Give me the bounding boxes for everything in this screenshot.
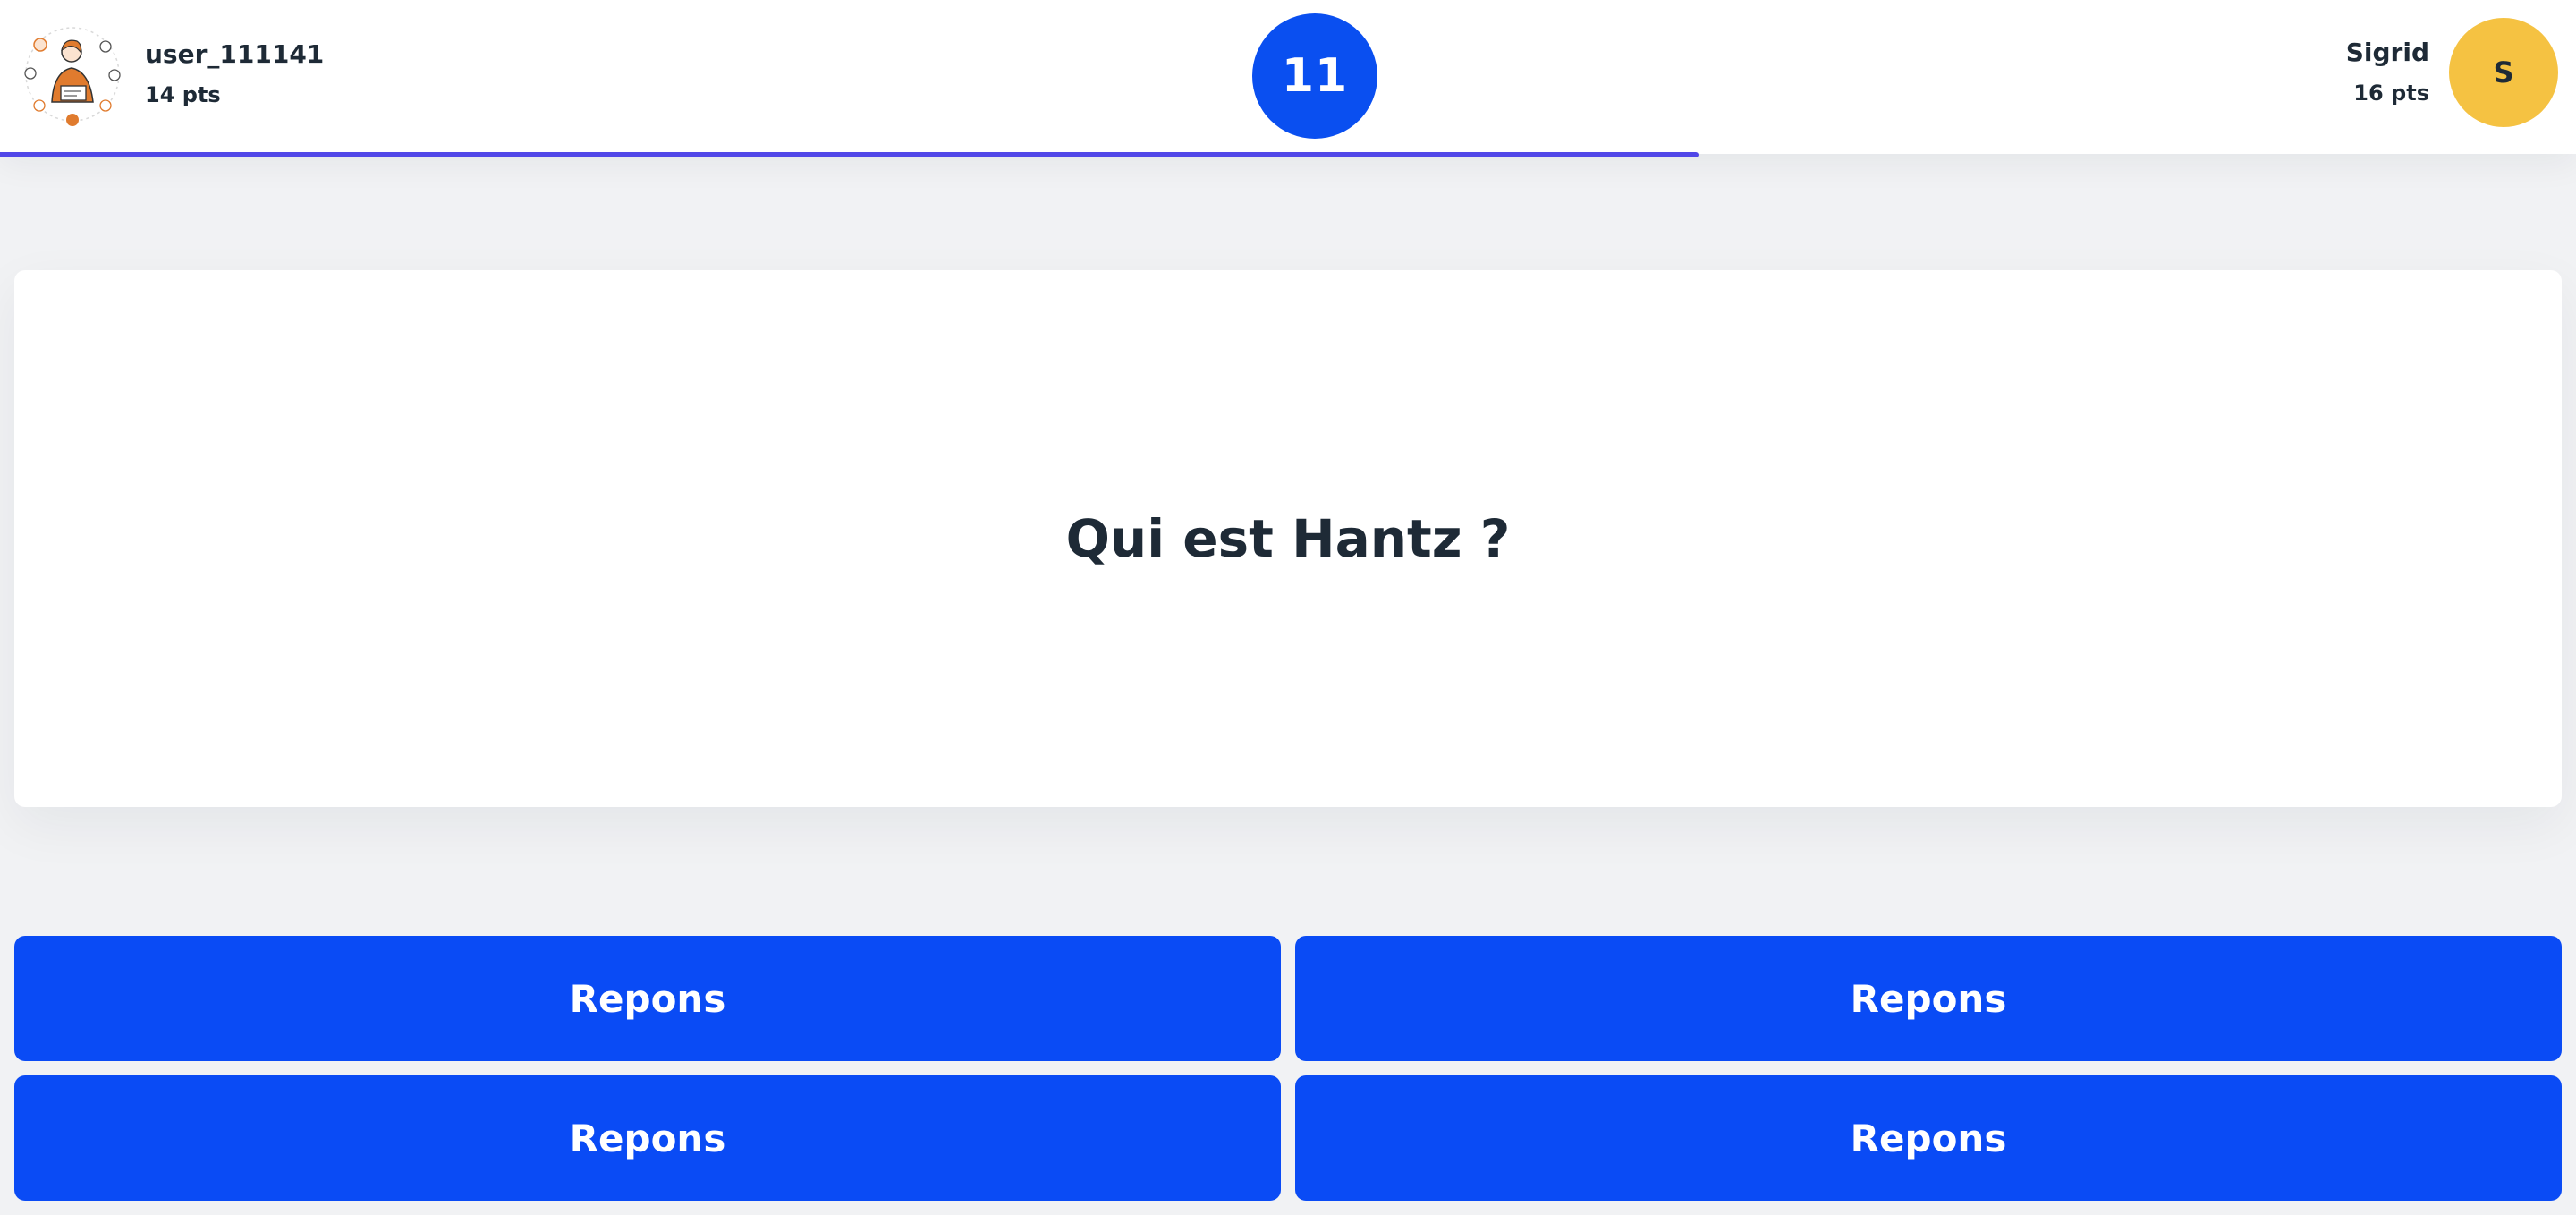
question-card: Qui est Hantz ? — [14, 270, 2562, 807]
player-left-score: 14 pts — [145, 82, 221, 107]
time-progress-fill — [0, 152, 1699, 157]
top-bar: user_111141 14 pts 11 Sigrid 16 pts S — [0, 0, 2576, 157]
player-right-name: Sigrid — [2345, 38, 2429, 67]
answer-button-2[interactable]: Repons — [1295, 936, 2562, 1061]
player-right: Sigrid 16 pts S — [2346, 18, 2558, 127]
countdown-timer: 11 — [1252, 13, 1377, 139]
player-right-info: Sigrid 16 pts — [2346, 37, 2429, 108]
answer-grid: Repons Repons Repons Repons — [14, 936, 2562, 1201]
player-right-score: 16 pts — [2353, 81, 2429, 106]
answer-button-3[interactable]: Repons — [14, 1075, 1281, 1201]
player-left: user_111141 14 pts — [18, 20, 324, 129]
player-left-info: user_111141 14 pts — [145, 38, 324, 110]
time-progress-bar — [0, 152, 2576, 157]
question-text: Qui est Hantz ? — [1065, 508, 1511, 569]
player-left-name: user_111141 — [145, 39, 325, 69]
opponent-avatar: S — [2449, 18, 2558, 127]
answer-button-4[interactable]: Repons — [1295, 1075, 2562, 1201]
answer-button-1[interactable]: Repons — [14, 936, 1281, 1061]
user-avatar — [18, 20, 127, 129]
user-illustration-icon — [19, 21, 126, 128]
